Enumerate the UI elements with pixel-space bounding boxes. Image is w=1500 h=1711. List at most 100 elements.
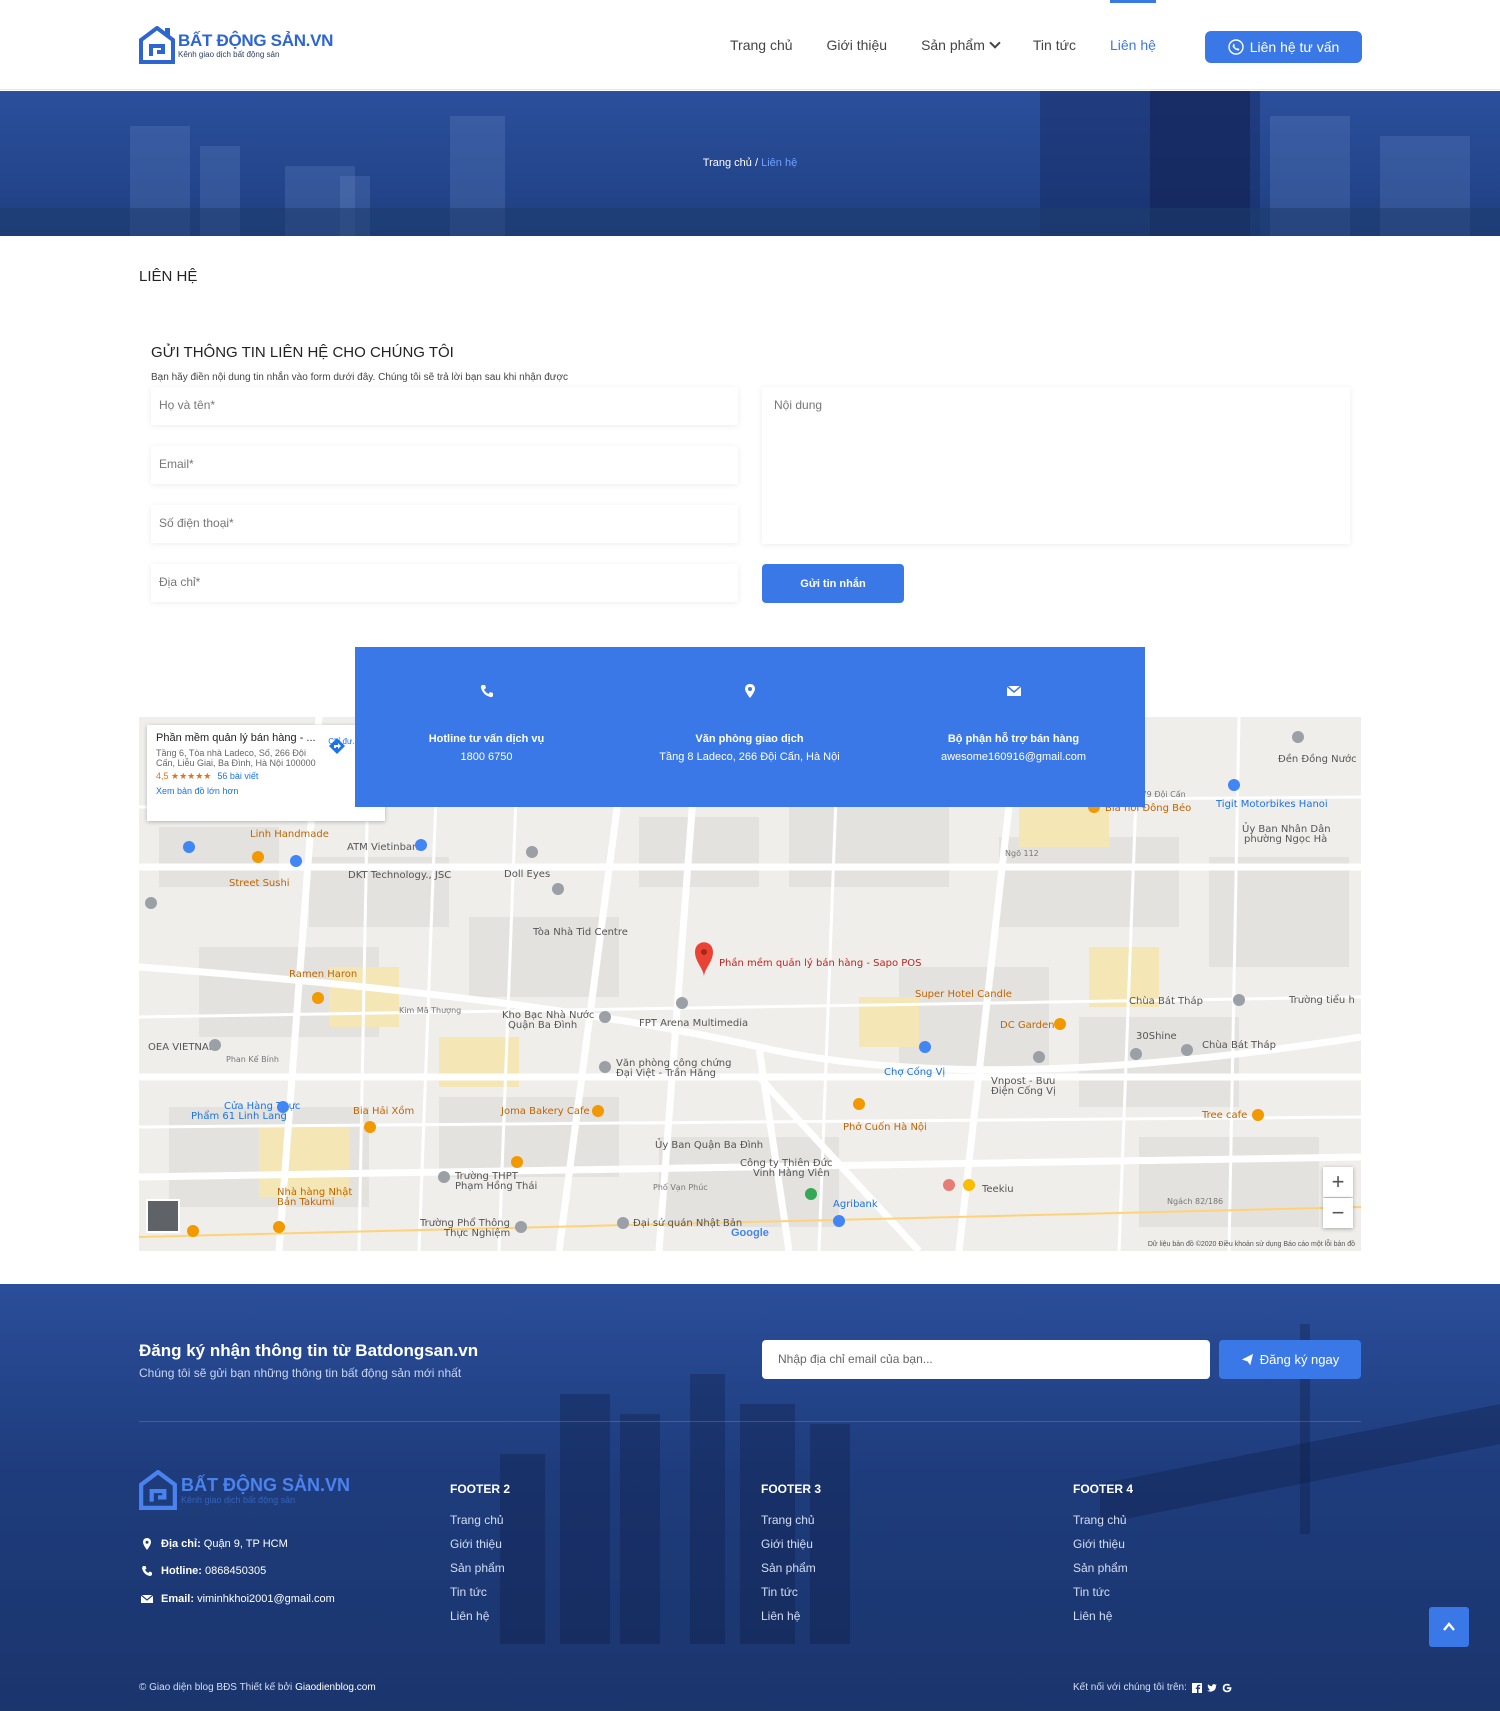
footer-link-about[interactable]: Giới thiệu bbox=[450, 1532, 510, 1556]
copyright-link[interactable]: Giaodienblog.com bbox=[295, 1682, 376, 1693]
svg-text:Phạm Hồng Thái: Phạm Hồng Thái bbox=[455, 1180, 537, 1192]
footer-link-news[interactable]: Tin tức bbox=[761, 1580, 821, 1604]
footer-address: Địa chỉ: Quận 9, TP HCM bbox=[141, 1538, 288, 1550]
svg-text:Quận Ba Đình: Quận Ba Đình bbox=[508, 1019, 577, 1031]
address-field[interactable]: Địa chỉ* bbox=[151, 564, 738, 602]
contact-info-box: Hotline tư vấn dịch vụ 1800 6750 Văn phò… bbox=[355, 647, 1145, 807]
footer-column-3: FOOTER 3 Trang chủ Giới thiệu Sản phẩm T… bbox=[761, 1482, 821, 1628]
footer-column-2: FOOTER 2 Trang chủ Giới thiệu Sản phẩm T… bbox=[450, 1482, 510, 1628]
footer-link-home[interactable]: Trang chủ bbox=[1073, 1508, 1133, 1532]
subscribe-title: Đăng ký nhận thông tin từ Batdongsan.vn bbox=[139, 1341, 479, 1360]
map-attribution[interactable]: Dữ liệu bản đồ ©2020 Điều khoản sử dụng … bbox=[1148, 1241, 1355, 1248]
zoom-in-button[interactable]: + bbox=[1323, 1167, 1353, 1197]
info-support-value: awesome160916@gmail.com bbox=[940, 751, 1087, 763]
subscribe-button[interactable]: Đăng ký ngay bbox=[1219, 1340, 1361, 1379]
footer-link-products[interactable]: Sản phẩm bbox=[1073, 1556, 1133, 1580]
svg-text:Ramen Haron: Ramen Haron bbox=[289, 969, 357, 980]
breadcrumb-separator: / bbox=[754, 157, 759, 169]
svg-text:Đại Việt - Trần Hăng: Đại Việt - Trần Hăng bbox=[616, 1067, 716, 1079]
svg-text:Điện Cống Vị: Điện Cống Vị bbox=[991, 1085, 1056, 1097]
info-hotline-value: 1800 6750 bbox=[460, 751, 513, 763]
nav-item-news[interactable]: Tin tức bbox=[1033, 0, 1076, 90]
email-field[interactable]: Email* bbox=[151, 446, 738, 484]
footer-link-about[interactable]: Giới thiệu bbox=[1073, 1532, 1133, 1556]
nav-item-contact[interactable]: Liên hệ bbox=[1109, 0, 1156, 90]
svg-text:Ngách 82/186: Ngách 82/186 bbox=[1167, 1197, 1223, 1206]
logo-tagline: Kênh giao dịch bất động sản bbox=[178, 49, 280, 59]
footer-logo[interactable]: BẤT ĐỘNG SẢN.VN Kênh giao dịch bất động … bbox=[139, 1470, 350, 1510]
map-pin-icon bbox=[143, 1538, 151, 1550]
view-larger-map-link[interactable]: Xem bản đồ lớn hơn bbox=[156, 786, 376, 796]
svg-text:Phở Cuốn Hà Nội: Phở Cuốn Hà Nội bbox=[843, 1121, 927, 1133]
send-message-button[interactable]: Gửi tin nhắn bbox=[762, 564, 904, 603]
svg-text:DKT Technology., JSC: DKT Technology., JSC bbox=[348, 870, 451, 881]
footer-address-value: Quận 9, TP HCM bbox=[203, 1538, 288, 1550]
footer-link-products[interactable]: Sản phẩm bbox=[450, 1556, 510, 1580]
nav-item-home[interactable]: Trang chủ bbox=[730, 0, 793, 90]
copyright: © Giao diện blog BĐS Thiết kế bởi Giaodi… bbox=[139, 1682, 376, 1693]
nav-item-about[interactable]: Giới thiệu bbox=[827, 0, 888, 90]
info-support-label: Bộ phận hỗ trợ bán hàng bbox=[947, 733, 1080, 745]
svg-text:Teekiu: Teekiu bbox=[981, 1184, 1014, 1195]
facebook-icon[interactable] bbox=[1191, 1682, 1202, 1693]
svg-text:OEA VIETNAM: OEA VIETNAM bbox=[148, 1042, 217, 1053]
svg-text:Vinh Hằng Viên: Vinh Hằng Viên bbox=[753, 1166, 830, 1179]
footer-link-about[interactable]: Giới thiệu bbox=[761, 1532, 821, 1556]
message-textarea[interactable]: Nội dung bbox=[762, 387, 1350, 544]
svg-text:Ủy Ban Nhân Dân: Ủy Ban Nhân Dân bbox=[1242, 821, 1331, 835]
phone-icon bbox=[1228, 39, 1244, 55]
page-banner: Trang chủ / Liên hệ bbox=[0, 91, 1500, 236]
map-marker-label: Phần mềm quản lý bán hàng - Sapo POS bbox=[719, 957, 922, 969]
house-logo-icon bbox=[139, 26, 175, 64]
chevron-down-icon bbox=[989, 37, 1001, 49]
svg-text:Bia Hải Xồm: Bia Hải Xồm bbox=[353, 1105, 414, 1117]
nav-item-products[interactable]: Sản phẩm bbox=[921, 0, 1001, 90]
breadcrumb-home[interactable]: Trang chủ bbox=[703, 157, 752, 169]
directions-icon bbox=[329, 738, 346, 754]
footer-link-home[interactable]: Trang chủ bbox=[761, 1508, 821, 1532]
map-card-stars: 4,5 ★★★★★ bbox=[156, 771, 212, 781]
footer-link-products[interactable]: Sản phẩm bbox=[761, 1556, 821, 1580]
map-card-reviews-link[interactable]: 56 bài viết bbox=[217, 771, 258, 781]
phone-field[interactable]: Số điện thoại* bbox=[151, 505, 738, 543]
svg-text:Tòa Nhà Tid Centre: Tòa Nhà Tid Centre bbox=[532, 926, 628, 938]
footer-link-news[interactable]: Tin tức bbox=[1073, 1580, 1133, 1604]
back-to-top-button[interactable] bbox=[1429, 1607, 1469, 1647]
main-nav: Trang chủ Giới thiệu Sản phẩm Tin tức Li… bbox=[730, 0, 1190, 90]
svg-text:Chùa Bát Tháp: Chùa Bát Tháp bbox=[1202, 1039, 1276, 1051]
footer-divider bbox=[139, 1421, 1361, 1422]
footer-link-contact[interactable]: Liên hệ bbox=[761, 1604, 821, 1628]
subscribe-button-label: Đăng ký ngay bbox=[1259, 1352, 1340, 1367]
phone-icon bbox=[142, 1566, 152, 1576]
google-logo: Google bbox=[731, 1227, 769, 1239]
contact-consult-button[interactable]: Liên hệ tư vấn bbox=[1205, 31, 1362, 63]
footer-logo-tagline: Kênh giao dịch bất động sản bbox=[181, 1494, 296, 1505]
footer-hotline-label: Hotline: bbox=[161, 1565, 202, 1577]
site-logo[interactable]: BẤT ĐỘNG SẢN.VN Kênh giao dịch bất động … bbox=[139, 26, 333, 64]
footer-column-title: FOOTER 4 bbox=[1073, 1482, 1134, 1496]
footer-email: Email: viminhkhoi2001@gmail.com bbox=[141, 1593, 335, 1605]
subscribe-email-input[interactable]: Nhập địa chỉ email của bạn... bbox=[762, 1340, 1210, 1379]
footer-hotline-value: 0868450305 bbox=[205, 1565, 267, 1577]
svg-text:FPT Arena Multimedia: FPT Arena Multimedia bbox=[639, 1018, 748, 1029]
name-field[interactable]: Họ và tên* bbox=[151, 387, 738, 425]
google-icon[interactable] bbox=[1222, 1683, 1232, 1693]
nav-item-products-label: Sản phẩm bbox=[921, 37, 985, 53]
envelope-icon bbox=[141, 1594, 153, 1603]
svg-text:Thực Nghiệm: Thực Nghiệm bbox=[443, 1227, 510, 1239]
footer-link-home[interactable]: Trang chủ bbox=[450, 1508, 510, 1532]
svg-text:Đền Đồng Nước: Đền Đồng Nước bbox=[1278, 753, 1357, 765]
contact-consult-label: Liên hệ tư vấn bbox=[1249, 39, 1340, 55]
twitter-icon[interactable] bbox=[1206, 1683, 1217, 1693]
logo-brand: BẤT ĐỘNG SẢN.VN bbox=[178, 30, 334, 50]
footer-link-contact[interactable]: Liên hệ bbox=[450, 1604, 510, 1628]
envelope-icon bbox=[1006, 685, 1022, 696]
form-title: GỬI THÔNG TIN LIÊN HỆ CHO CHÚNG TÔI bbox=[151, 344, 454, 361]
svg-text:Joma Bakery Cafe: Joma Bakery Cafe bbox=[500, 1106, 590, 1117]
form-description: Bạn hãy điền nội dung tin nhắn vào form … bbox=[151, 372, 569, 383]
footer-link-contact[interactable]: Liên hệ bbox=[1073, 1604, 1133, 1628]
footer-link-news[interactable]: Tin tức bbox=[450, 1580, 510, 1604]
info-office-label: Văn phòng giao dịch bbox=[695, 733, 804, 745]
zoom-out-button[interactable]: − bbox=[1323, 1198, 1353, 1228]
svg-text:Trường tiểu h: Trường tiểu h bbox=[1288, 993, 1355, 1006]
